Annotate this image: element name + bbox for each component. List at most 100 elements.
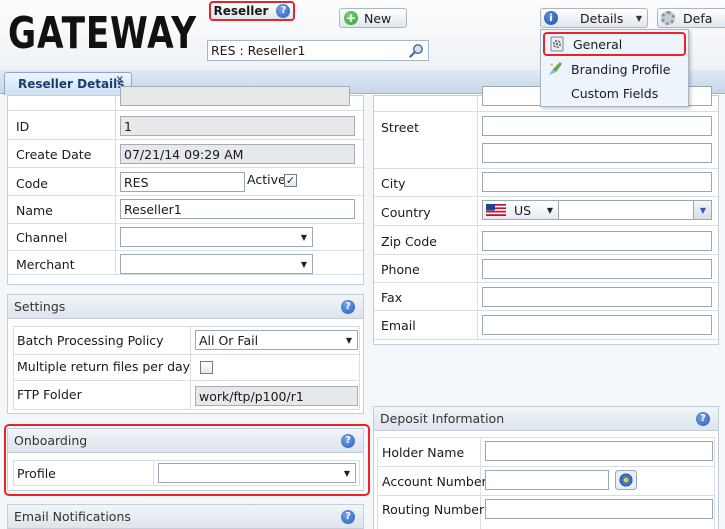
routing-number-input[interactable]: [485, 499, 713, 519]
search-value: RES : Reseller1: [211, 43, 306, 58]
menu-label-custom-fields: Custom Fields: [571, 85, 659, 101]
deposit-title: Deposit Information: [380, 411, 505, 426]
street-input-1[interactable]: [482, 116, 712, 136]
menu-item-custom-fields[interactable]: Custom Fields: [543, 81, 686, 105]
deposit-header: Deposit Information ?: [374, 407, 718, 431]
profile-label: Profile: [17, 466, 56, 481]
multiple-files-checkbox[interactable]: [200, 361, 213, 374]
chevron-down-icon: ▼: [345, 336, 352, 345]
batch-policy-value: All Or Fail: [199, 332, 259, 348]
merchant-select[interactable]: ▼: [120, 254, 313, 274]
details-label: Details: [580, 10, 624, 26]
id-value: 1: [124, 118, 132, 134]
country-code-value: US: [514, 202, 532, 218]
help-icon[interactable]: ?: [696, 412, 710, 426]
code-value: RES: [124, 174, 149, 190]
country-code-select[interactable]: US ▼: [482, 200, 559, 220]
email-label: Email: [381, 318, 416, 333]
channel-select[interactable]: ▼: [120, 227, 313, 247]
holder-name-input[interactable]: [485, 441, 713, 461]
country-select[interactable]: ▼: [558, 200, 712, 220]
us-flag-icon: [486, 204, 506, 216]
account-number-label: Account Number: [382, 474, 487, 489]
menu-label-branding-profile: Branding Profile: [571, 61, 671, 77]
plus-icon: +: [344, 11, 358, 25]
name-value: Reseller1: [124, 201, 182, 217]
help-icon[interactable]: ?: [276, 4, 291, 18]
deposit-panel: Deposit Information ? Holder Name Accoun…: [373, 406, 719, 529]
search-icon[interactable]: [409, 43, 424, 58]
fax-input[interactable]: [482, 287, 712, 307]
create-date-value: 07/21/14 09:29 AM: [124, 146, 244, 162]
help-icon[interactable]: ?: [341, 434, 355, 448]
profile-select[interactable]: ▼: [158, 463, 356, 483]
onboarding-title: Onboarding: [14, 433, 88, 448]
partial-field: [120, 86, 350, 106]
phone-input[interactable]: [482, 259, 712, 279]
country-label: Country: [381, 205, 431, 220]
default-button[interactable]: Defa: [657, 8, 725, 28]
create-date-label: Create Date: [16, 147, 92, 162]
close-icon[interactable]: ×: [116, 74, 124, 85]
chevron-down-icon: ▼: [635, 13, 642, 23]
zip-code-input[interactable]: [482, 231, 712, 251]
email-notifications-header[interactable]: Email Notifications ?: [8, 505, 363, 529]
merchant-label: Merchant: [16, 257, 75, 272]
email-notifications-panel: Email Notifications ?: [7, 504, 364, 529]
name-input[interactable]: Reseller1: [120, 199, 355, 219]
fax-label: Fax: [381, 290, 403, 305]
create-date-field: 07/21/14 09:29 AM: [120, 144, 355, 164]
tab-reseller-details[interactable]: Reseller Details ×: [4, 72, 132, 95]
info-icon: i: [544, 11, 558, 25]
settings-title: Settings: [14, 299, 66, 314]
phone-label: Phone: [381, 262, 420, 277]
chevron-down-icon: ▼: [300, 260, 307, 269]
chevron-down-icon: ▼: [300, 233, 307, 242]
onboarding-header: Onboarding ?: [8, 429, 363, 453]
brush-icon: [549, 62, 562, 75]
routing-number-label: Routing Number: [382, 502, 485, 517]
ftp-folder-value: work/ftp/p100/r1: [199, 388, 304, 404]
settings-header: Settings ?: [8, 295, 363, 319]
email-notifications-title: Email Notifications: [14, 509, 131, 524]
holder-name-label: Holder Name: [382, 445, 465, 460]
general-panel: ID 1 Create Date 07/21/14 09:29 AM Code …: [7, 86, 364, 285]
new-label: New: [364, 10, 392, 26]
code-input[interactable]: RES: [120, 172, 245, 192]
details-menu: General Branding Profile Custom Fields: [540, 29, 689, 107]
ftp-folder-field: work/ftp/p100/r1: [195, 386, 358, 406]
batch-policy-label: Batch Processing Policy: [17, 333, 164, 348]
reseller-search-input[interactable]: RES : Reseller1: [207, 40, 429, 61]
chevron-down-icon: ▼: [546, 206, 553, 215]
name-label: Name: [16, 203, 53, 218]
account-lookup-icon[interactable]: [615, 470, 637, 490]
help-icon[interactable]: ?: [341, 510, 355, 524]
help-icon[interactable]: ?: [341, 300, 355, 314]
gear-icon: [661, 11, 675, 25]
channel-label: Channel: [16, 230, 68, 245]
multiple-files-label: Multiple return files per day: [17, 359, 191, 374]
account-number-input[interactable]: [485, 470, 609, 490]
active-label: Active: [247, 172, 286, 187]
batch-policy-select[interactable]: All Or Fail ▼: [195, 330, 358, 350]
active-checkbox[interactable]: ✓: [284, 174, 297, 187]
new-button[interactable]: + New: [339, 8, 407, 28]
ftp-folder-label: FTP Folder: [17, 387, 82, 402]
onboarding-panel: Onboarding ? Profile ▼: [7, 428, 364, 491]
tab-label: Reseller Details: [18, 77, 125, 91]
gateway-logo: GATEWAY: [8, 8, 197, 59]
id-label: ID: [16, 119, 30, 134]
street-input-2[interactable]: [482, 143, 712, 163]
details-button[interactable]: i Details ▼: [540, 8, 648, 28]
street-label: Street: [381, 120, 419, 135]
reseller-label: Reseller: [213, 4, 269, 18]
city-label: City: [381, 176, 406, 191]
city-input[interactable]: [482, 172, 712, 192]
zip-code-label: Zip Code: [381, 234, 437, 249]
menu-item-general[interactable]: General: [543, 32, 686, 56]
code-label: Code: [16, 176, 49, 191]
email-input[interactable]: [482, 315, 712, 335]
address-panel: Street City Country US ▼ ▼ Zip Code Phon…: [373, 86, 719, 345]
reseller-button[interactable]: Reseller ?: [209, 1, 295, 21]
menu-item-branding-profile[interactable]: Branding Profile: [543, 57, 686, 81]
